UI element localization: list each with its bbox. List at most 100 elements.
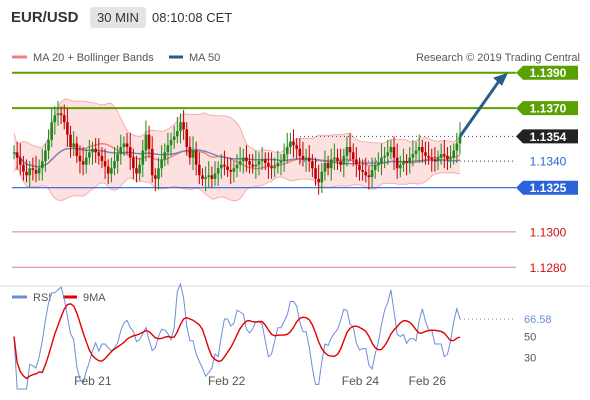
candle-body [147, 134, 151, 149]
candle-body [436, 157, 440, 162]
x-axis-date-label: Feb 24 [342, 374, 380, 388]
candle-body [128, 147, 132, 158]
candle-body [18, 157, 22, 165]
candle-body [232, 168, 236, 172]
candle-body [81, 161, 85, 165]
candle-body [160, 159, 163, 169]
candle-body [185, 129, 189, 147]
candle-body [25, 171, 28, 176]
candle-body [304, 157, 308, 160]
candle-body [339, 161, 342, 165]
candle-body [329, 159, 333, 169]
candle-body [248, 161, 251, 165]
candle-body [163, 152, 167, 160]
candle-body [411, 154, 415, 158]
copyright-text: Research © 2019 Trading Central [416, 52, 580, 64]
candle-body [241, 157, 245, 162]
candle-body [97, 152, 101, 156]
candle-body [238, 161, 242, 165]
candle-body [47, 139, 50, 151]
candle-body [442, 154, 446, 156]
candle-body [282, 154, 286, 162]
candle-body [207, 175, 211, 178]
candle-body [342, 155, 346, 165]
candle-body [194, 150, 198, 165]
candle-body [367, 175, 371, 178]
candle-body [276, 162, 280, 167]
level-label: 1.1340 [530, 155, 567, 169]
candle-body [351, 152, 355, 160]
candle-body [84, 157, 88, 165]
rsi-ma-line [13, 303, 461, 380]
candle-body [458, 136, 462, 144]
level-label: 1.1370 [530, 102, 567, 116]
candle-body [295, 145, 298, 149]
candle-body [377, 162, 380, 165]
candle-body [34, 170, 38, 174]
candle-body [62, 115, 66, 123]
candle-body [44, 150, 47, 162]
candle-body [31, 168, 35, 170]
level-label: 1.1300 [530, 225, 567, 239]
candle-body [358, 164, 361, 170]
candle-body [245, 157, 248, 162]
candle-body [380, 157, 383, 163]
candle-body [279, 161, 283, 163]
candle-body [270, 166, 273, 169]
candle-body [157, 168, 160, 179]
forecast-arrow-head [493, 72, 508, 86]
candle-body [433, 159, 437, 162]
rsi-last-value: 66.58 [524, 314, 552, 326]
candle-body [389, 147, 393, 153]
candle-body [323, 162, 327, 172]
candle-body [53, 115, 57, 123]
candle-body [191, 150, 195, 158]
candle-body [449, 157, 452, 160]
candle-body [75, 143, 79, 156]
candle-body [336, 157, 339, 162]
candle-body [106, 166, 110, 174]
candle-body [78, 155, 82, 162]
candle-body [154, 175, 157, 179]
candle-body [179, 122, 182, 132]
candle-body [289, 141, 292, 147]
candle-body [373, 164, 377, 170]
level-label: 1.1280 [530, 261, 567, 275]
candle-body [94, 148, 97, 153]
candle-body [15, 152, 19, 158]
candle-body [28, 168, 32, 176]
candle-body [50, 122, 53, 140]
candle-body [333, 157, 336, 160]
candle-body [122, 143, 126, 147]
candle-body [172, 136, 176, 140]
candle-body [348, 147, 352, 153]
candle-body [430, 157, 434, 160]
candle-body [251, 164, 255, 167]
candle-body [285, 147, 289, 155]
price-chart: MA 20 + Bollinger Bands MA 50 Research © 2… [0, 52, 590, 390]
candle-body [414, 150, 418, 155]
candle-body [59, 113, 63, 116]
candle-body [132, 157, 135, 169]
level-label: 1.1325 [530, 181, 567, 195]
candle-body [263, 159, 267, 163]
candle-body [355, 159, 358, 165]
candle-body [405, 161, 408, 163]
candle-body [37, 168, 41, 174]
candle-body [88, 152, 91, 158]
candle-body [402, 161, 405, 165]
candle-body [392, 147, 396, 158]
candle-body [66, 122, 69, 135]
candle-body [226, 166, 229, 170]
candle-body [141, 150, 145, 165]
candle-body [150, 148, 154, 176]
candle-body [119, 147, 123, 155]
candle-body [395, 157, 399, 169]
candle-body [176, 131, 179, 137]
candle-body [182, 122, 185, 130]
candle-body [223, 164, 226, 167]
candle-body [91, 148, 94, 153]
candle-body [110, 168, 113, 174]
candle-body [446, 155, 449, 160]
candle-body [40, 161, 44, 169]
